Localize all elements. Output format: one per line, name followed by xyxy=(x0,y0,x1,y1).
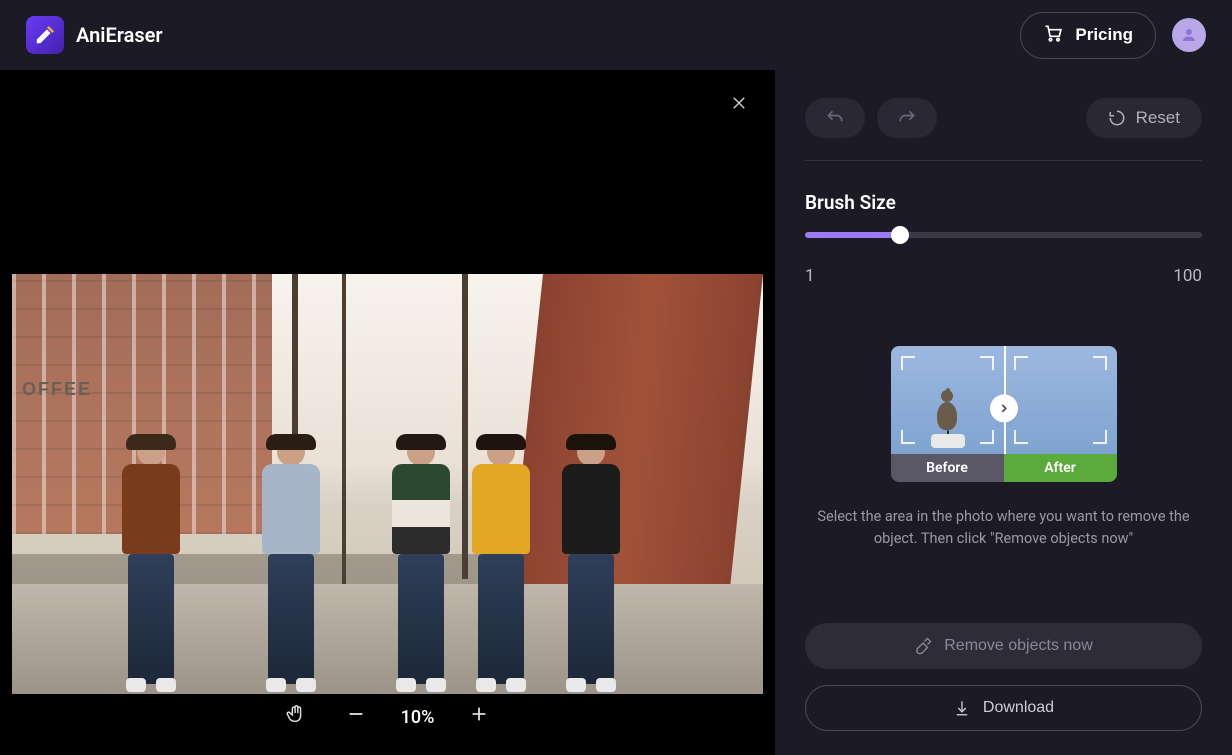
zoom-out-button[interactable] xyxy=(341,699,371,735)
preview-after xyxy=(1004,346,1117,454)
canvas-image[interactable]: OFFEE xyxy=(12,274,763,694)
reset-button[interactable]: Reset xyxy=(1086,98,1202,138)
pricing-label: Pricing xyxy=(1075,25,1133,45)
download-label: Download xyxy=(983,699,1054,717)
undo-icon xyxy=(825,108,845,128)
brush-section: Brush Size 1 100 xyxy=(805,191,1202,286)
remove-objects-button[interactable]: Remove objects now xyxy=(805,623,1202,669)
user-icon xyxy=(1180,26,1198,44)
before-after-preview: Before After xyxy=(891,346,1117,482)
cart-icon xyxy=(1043,23,1063,48)
brush-max: 100 xyxy=(1173,266,1202,286)
header-actions: Pricing xyxy=(1020,12,1206,59)
reset-label: Reset xyxy=(1136,108,1180,128)
close-icon xyxy=(730,94,748,112)
download-icon xyxy=(953,699,971,717)
chevron-right-icon xyxy=(997,401,1011,415)
preview-after-label: After xyxy=(1004,454,1117,482)
zoom-toolbar: 10% xyxy=(0,699,775,735)
close-canvas-button[interactable] xyxy=(725,90,753,118)
preview-before-label: Before xyxy=(891,454,1004,482)
user-avatar[interactable] xyxy=(1172,18,1206,52)
download-button[interactable]: Download xyxy=(805,685,1202,731)
brush-slider-fill xyxy=(805,232,900,238)
minus-icon xyxy=(345,703,367,725)
reset-icon xyxy=(1108,109,1126,127)
app-name: AniEraser xyxy=(76,23,163,47)
photo-sign-text: OFFEE xyxy=(22,380,92,398)
preview-slider-handle[interactable] xyxy=(990,394,1018,422)
remove-objects-label: Remove objects now xyxy=(944,637,1093,655)
hand-icon xyxy=(285,703,307,725)
action-buttons: Remove objects now Download xyxy=(805,623,1202,731)
preview-before xyxy=(891,346,1004,454)
panel-top: Reset xyxy=(805,98,1202,161)
zoom-in-button[interactable] xyxy=(464,699,494,735)
zoom-value: 10% xyxy=(401,707,435,728)
history-buttons xyxy=(805,98,937,138)
undo-button[interactable] xyxy=(805,98,865,138)
pan-tool-button[interactable] xyxy=(281,699,311,735)
brush-min: 1 xyxy=(805,266,815,286)
plus-icon xyxy=(468,703,490,725)
app-logo-icon xyxy=(26,16,64,54)
main: OFFEE 10% xyxy=(0,70,1232,755)
brush-slider[interactable] xyxy=(805,232,1202,238)
brush-slider-labels: 1 100 xyxy=(805,266,1202,286)
brush-title: Brush Size xyxy=(805,191,1202,214)
redo-button[interactable] xyxy=(877,98,937,138)
brand: AniEraser xyxy=(26,16,163,54)
side-panel: Reset Brush Size 1 100 xyxy=(775,70,1232,755)
instruction-text: Select the area in the photo where you w… xyxy=(805,506,1202,551)
canvas-area: OFFEE 10% xyxy=(0,70,775,755)
pricing-button[interactable]: Pricing xyxy=(1020,12,1156,59)
app-header: AniEraser Pricing xyxy=(0,0,1232,70)
eraser-icon xyxy=(914,637,932,655)
redo-icon xyxy=(897,108,917,128)
brush-slider-thumb[interactable] xyxy=(891,226,909,244)
